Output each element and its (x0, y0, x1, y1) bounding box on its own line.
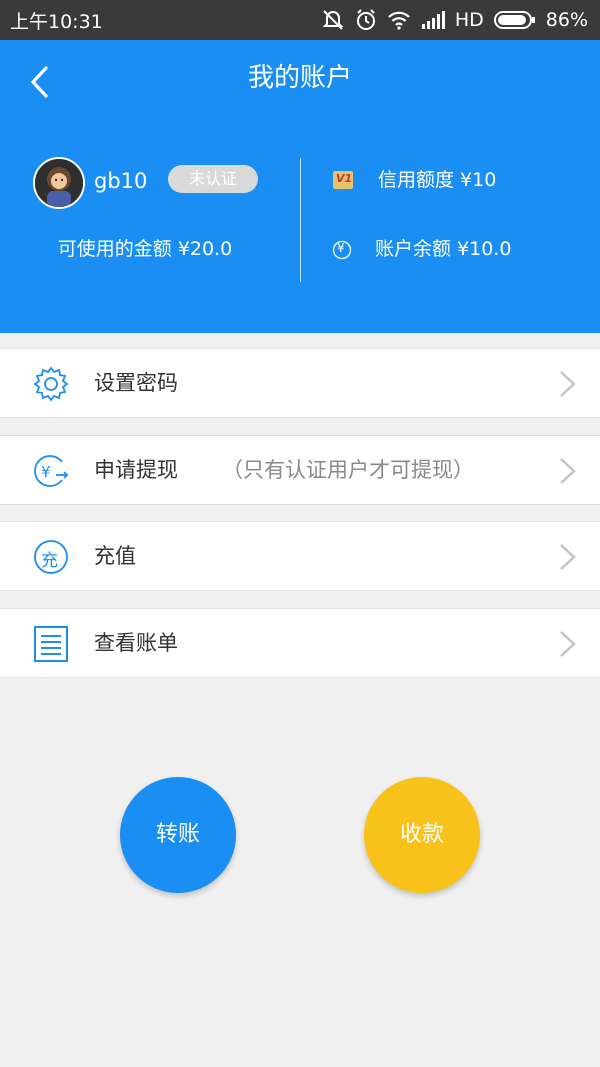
transfer-button[interactable]: 转账 (120, 777, 236, 893)
signal-icon (421, 11, 445, 29)
receive-button[interactable]: 收款 (364, 777, 480, 893)
credit-icon-text: V1 (336, 172, 353, 185)
chevron-right-icon (560, 458, 576, 484)
bill-icon (34, 626, 68, 662)
account-balance: 账户余额 ¥10.0 (375, 238, 512, 260)
menu-recharge[interactable]: 充 充值 (0, 521, 600, 591)
menu-view-bill[interactable]: 查看账单 (0, 608, 600, 678)
menu-withdraw[interactable]: ¥ 申请提现 （只有认证用户才可提现） (0, 435, 600, 505)
battery-icon (493, 10, 536, 30)
alarm-icon (355, 9, 377, 31)
yuan-icon-text: ¥ (337, 241, 345, 255)
header-divider (300, 158, 301, 282)
chevron-right-icon (560, 544, 576, 570)
withdraw-note: （只有认证用户才可提现） (222, 458, 474, 482)
battery-level: 86% (545, 9, 588, 31)
withdraw-icon: ¥ (34, 455, 69, 487)
recharge-icon: 充 (32, 538, 70, 576)
wifi-icon (387, 10, 411, 30)
status-time: 上午10:31 (10, 10, 103, 33)
menu-set-password[interactable]: 设置密码 (0, 348, 600, 418)
recharge-icon-text: 充 (41, 551, 58, 571)
avatar[interactable] (33, 157, 85, 209)
chevron-right-icon (560, 631, 576, 657)
page-title: 我的账户 (247, 63, 352, 93)
menu-label-withdraw: 申请提现 (94, 458, 178, 482)
gear-icon (33, 366, 69, 402)
mute-icon (321, 9, 345, 31)
status-icons: HD 86% (321, 9, 588, 31)
svg-text:¥: ¥ (41, 463, 51, 481)
chevron-right-icon (560, 371, 576, 397)
username: gb10 (94, 169, 148, 193)
status-bar: 上午10:31 HD 86% (0, 0, 600, 40)
account-header: 我的账户 gb10 未认证 可使用的金额 ¥20.0 V1 信用额度 ¥10 ¥… (0, 40, 600, 333)
credit-limit: 信用额度 ¥10 (378, 169, 497, 191)
yuan-icon: ¥ (332, 240, 352, 260)
verify-status-badge: 未认证 (168, 165, 258, 193)
network-type: HD (454, 9, 484, 31)
menu-label-view-bill: 查看账单 (94, 631, 178, 655)
credit-level-icon: V1 (333, 171, 353, 189)
menu-label-recharge: 充值 (94, 544, 136, 568)
menu-label-set-password: 设置密码 (94, 371, 178, 395)
available-amount: 可使用的金额 ¥20.0 (57, 238, 233, 260)
